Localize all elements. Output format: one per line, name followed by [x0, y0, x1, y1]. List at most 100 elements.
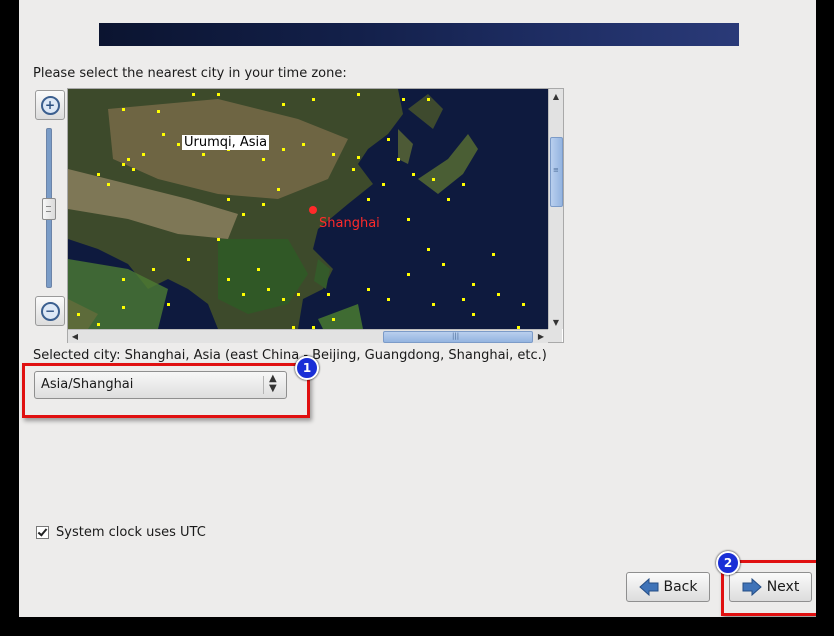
- city-dot[interactable]: [242, 213, 245, 216]
- vertical-scroll-thumb[interactable]: ≡: [550, 137, 563, 207]
- city-dot[interactable]: [427, 98, 430, 101]
- city-dot[interactable]: [282, 298, 285, 301]
- city-dot[interactable]: [367, 198, 370, 201]
- scroll-down-icon[interactable]: ▼: [550, 316, 562, 328]
- city-dot[interactable]: [497, 293, 500, 296]
- grip-icon: |||: [452, 332, 460, 340]
- city-dot[interactable]: [97, 173, 100, 176]
- city-dot[interactable]: [267, 288, 270, 291]
- city-dot[interactable]: [122, 108, 125, 111]
- city-dot[interactable]: [162, 133, 165, 136]
- city-dot[interactable]: [177, 143, 180, 146]
- city-dot[interactable]: [357, 93, 360, 96]
- timezone-prompt: Please select the nearest city in your t…: [33, 66, 347, 81]
- timezone-map-frame: Urumqi, Asia Shanghai ▲ ≡ ▼ ◀ ||| ▶: [67, 88, 564, 343]
- city-dot[interactable]: [277, 188, 280, 191]
- city-dot[interactable]: [462, 183, 465, 186]
- zoom-controls: + −: [33, 88, 67, 326]
- city-dot[interactable]: [402, 98, 405, 101]
- city-dot[interactable]: [382, 183, 385, 186]
- city-dot[interactable]: [387, 138, 390, 141]
- city-dot[interactable]: [127, 158, 130, 161]
- city-dot[interactable]: [462, 298, 465, 301]
- city-dot[interactable]: [122, 278, 125, 281]
- city-dot[interactable]: [357, 156, 360, 159]
- city-dot[interactable]: [187, 258, 190, 261]
- city-dot[interactable]: [492, 253, 495, 256]
- city-dot[interactable]: [122, 306, 125, 309]
- map-vertical-scrollbar[interactable]: ▲ ≡ ▼: [548, 89, 563, 329]
- city-dot[interactable]: [157, 110, 160, 113]
- city-dot[interactable]: [427, 248, 430, 251]
- city-dot[interactable]: [352, 168, 355, 171]
- scroll-corner: [548, 329, 562, 342]
- selected-city-text: Selected city: Shanghai, Asia (east Chin…: [33, 348, 547, 363]
- city-dot[interactable]: [522, 303, 525, 306]
- utc-option[interactable]: System clock uses UTC: [36, 525, 206, 540]
- installer-banner: [99, 23, 739, 46]
- grip-icon: ≡: [553, 166, 559, 174]
- selected-city-marker[interactable]: [309, 206, 317, 214]
- back-button[interactable]: Back: [626, 572, 710, 602]
- city-dot[interactable]: [472, 283, 475, 286]
- city-dot[interactable]: [332, 153, 335, 156]
- city-dot[interactable]: [327, 293, 330, 296]
- zoom-slider-handle[interactable]: [42, 198, 56, 220]
- city-dot[interactable]: [192, 93, 195, 96]
- city-dot[interactable]: [257, 268, 260, 271]
- city-dot[interactable]: [97, 323, 100, 326]
- city-dot[interactable]: [397, 158, 400, 161]
- hovered-city-label: Urumqi, Asia: [182, 135, 270, 150]
- annotation-marker-1: 1: [295, 356, 319, 380]
- city-dot[interactable]: [202, 153, 205, 156]
- city-dot[interactable]: [407, 273, 410, 276]
- city-dot[interactable]: [447, 198, 450, 201]
- city-dot[interactable]: [282, 103, 285, 106]
- utc-label: System clock uses UTC: [56, 525, 206, 540]
- map-horizontal-scrollbar[interactable]: ◀ ||| ▶: [68, 329, 548, 343]
- city-dot[interactable]: [167, 303, 170, 306]
- selected-city-label: Shanghai: [319, 216, 380, 231]
- zoom-out-button[interactable]: −: [35, 296, 65, 326]
- city-dot[interactable]: [332, 318, 335, 321]
- city-dot[interactable]: [442, 263, 445, 266]
- zoom-out-icon: −: [40, 301, 60, 321]
- city-dot[interactable]: [77, 313, 80, 316]
- zoom-in-button[interactable]: +: [35, 90, 65, 120]
- installer-window: Please select the nearest city in your t…: [19, 0, 816, 617]
- scroll-left-icon[interactable]: ◀: [69, 330, 81, 342]
- city-dot[interactable]: [302, 143, 305, 146]
- city-dot[interactable]: [432, 303, 435, 306]
- scroll-up-icon[interactable]: ▲: [550, 90, 562, 102]
- city-dot[interactable]: [432, 178, 435, 181]
- city-dot[interactable]: [312, 98, 315, 101]
- horizontal-scroll-thumb[interactable]: |||: [383, 331, 533, 343]
- utc-checkbox[interactable]: [36, 526, 49, 539]
- timezone-map[interactable]: Urumqi, Asia Shanghai: [68, 89, 548, 329]
- city-dot[interactable]: [242, 293, 245, 296]
- city-dot[interactable]: [412, 173, 415, 176]
- back-arrow-icon: [638, 578, 658, 596]
- city-dot[interactable]: [217, 238, 220, 241]
- city-dot[interactable]: [142, 153, 145, 156]
- scroll-right-icon[interactable]: ▶: [535, 330, 547, 342]
- city-dot[interactable]: [387, 298, 390, 301]
- city-dot[interactable]: [262, 158, 265, 161]
- city-dot[interactable]: [217, 93, 220, 96]
- city-dot[interactable]: [122, 163, 125, 166]
- city-dot[interactable]: [297, 293, 300, 296]
- city-dot[interactable]: [282, 148, 285, 151]
- city-dot[interactable]: [107, 183, 110, 186]
- city-dot[interactable]: [262, 203, 265, 206]
- city-dot[interactable]: [407, 218, 410, 221]
- city-dot[interactable]: [227, 278, 230, 281]
- city-dots: [77, 93, 525, 329]
- back-button-label: Back: [663, 579, 698, 595]
- city-dot[interactable]: [227, 198, 230, 201]
- city-dot[interactable]: [472, 313, 475, 316]
- zoom-in-icon: +: [40, 95, 60, 115]
- annotation-highlight-timezone: [22, 363, 310, 418]
- city-dot[interactable]: [132, 168, 135, 171]
- city-dot[interactable]: [367, 288, 370, 291]
- city-dot[interactable]: [152, 268, 155, 271]
